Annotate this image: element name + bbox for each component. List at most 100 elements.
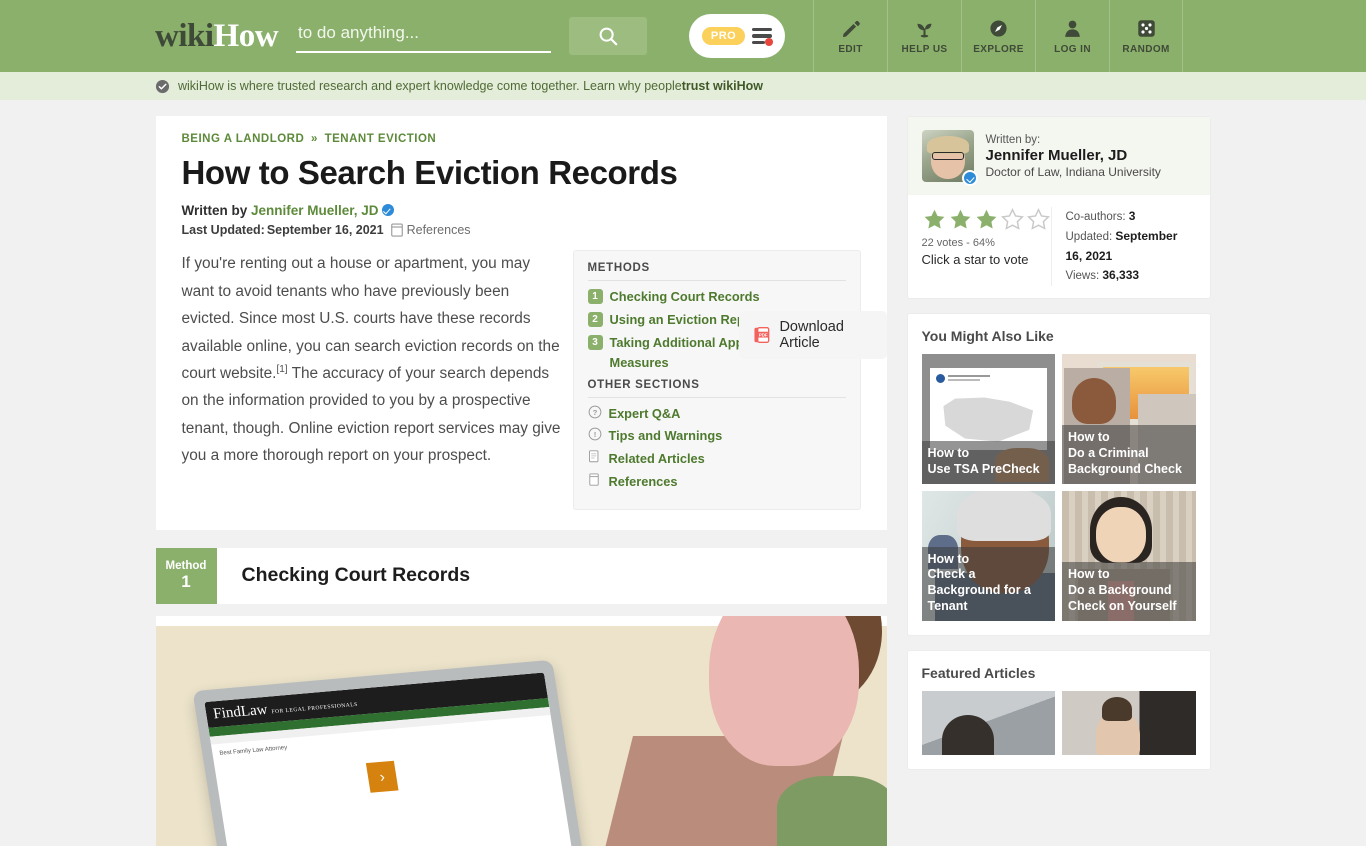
breadcrumb-item-1[interactable]: TENANT EVICTION <box>325 133 437 145</box>
findlaw-headline: Best Family Law Attorney <box>218 744 288 757</box>
star-filled-1-icon[interactable] <box>922 207 947 232</box>
author-avatar <box>921 130 978 186</box>
author-box[interactable]: Written by: Jennifer Mueller, JD Doctor … <box>907 117 1210 195</box>
related-article-1-howto: How to <box>927 446 970 460</box>
page-title: How to Search Eviction Records <box>181 154 678 191</box>
pro-menu-button[interactable]: PRO <box>689 14 786 58</box>
header-nav: EDIT HELP US EXPLORE LOG IN RANDOM <box>813 0 1184 72</box>
references-link[interactable]: References <box>390 223 471 238</box>
download-article-button[interactable]: PDF Download Article <box>738 311 887 359</box>
related-article-3[interactable]: How to Check a Background for a Tenant <box>921 491 1055 622</box>
verified-check-icon <box>155 79 170 93</box>
search-area <box>296 17 648 55</box>
table-of-contents: METHODS 1 Checking Court Records 2 Using… <box>572 250 861 510</box>
views-label: Views: <box>1065 270 1103 283</box>
pdf-icon: PDF <box>753 327 769 343</box>
sprout-icon <box>917 23 932 37</box>
coauthors-row: Co-authors: 3 <box>1066 207 1196 227</box>
page-body: BEING A LANDLORD » TENANT EVICTION How t… <box>0 100 1366 846</box>
related-article-1[interactable]: How to Use TSA PreCheck <box>921 354 1055 485</box>
book-icon <box>588 473 599 486</box>
search-button[interactable] <box>569 17 648 55</box>
tablet-screen: FindLaw FOR LEGAL PROFESSIONALS Best Fam… <box>203 672 578 846</box>
coauthors-value: 3 <box>1128 209 1136 223</box>
toc-expert-qa[interactable]: ? Expert Q&A <box>588 404 846 424</box>
trust-banner: wikiHow is where trusted research and ex… <box>0 72 1366 100</box>
findlaw-brand-text: FindLaw <box>211 701 269 722</box>
references-link-label: References <box>406 223 471 238</box>
click-a-star-to-vote[interactable]: Click a star to vote <box>922 252 1051 267</box>
nav-item-help-us[interactable]: HELP US <box>887 0 961 72</box>
nav-label-log-in: LOG IN <box>1054 43 1091 55</box>
nav-item-log-in[interactable]: LOG IN <box>1035 0 1109 72</box>
toc-method-2-number: 2 <box>587 312 603 328</box>
hamburger-icon <box>752 27 774 47</box>
article-header-card: BEING A LANDLORD » TENANT EVICTION How t… <box>155 116 887 530</box>
related-article-2-howto: How to <box>1068 430 1110 445</box>
last-updated-label: Last Updated: <box>181 223 265 238</box>
star-rating[interactable] <box>922 207 1051 232</box>
svg-text:!: ! <box>593 430 596 439</box>
related-article-4-caption: How to Do a Background Check on Yourself <box>1062 562 1196 622</box>
breadcrumb: BEING A LANDLORD » TENANT EVICTION <box>182 133 861 145</box>
book-icon <box>390 223 403 237</box>
person-icon <box>1065 20 1080 37</box>
related-article-4[interactable]: How to Do a Background Check on Yourself <box>1062 491 1196 622</box>
compass-icon <box>990 19 1007 37</box>
intro-citation-link[interactable]: [1] <box>276 364 287 375</box>
star-empty-5-icon[interactable] <box>1026 207 1051 232</box>
svg-text:?: ? <box>592 408 597 417</box>
main-column: BEING A LANDLORD » TENANT EVICTION How t… <box>155 116 887 846</box>
toc-related-articles[interactable]: Related Articles <box>588 449 846 469</box>
method-word: Method <box>165 560 207 573</box>
nav-label-edit: EDIT <box>838 43 863 55</box>
related-article-2[interactable]: How to Do a Criminal Background Check <box>1062 354 1196 485</box>
question-circle-icon: ? <box>588 405 601 418</box>
coauthors-label: Co-authors: <box>1065 211 1129 223</box>
star-empty-4-icon[interactable] <box>1000 207 1025 232</box>
featured-article-1[interactable] <box>921 691 1055 756</box>
notification-dot <box>765 38 774 47</box>
avatar-verified-badge-icon <box>961 170 978 186</box>
toc-method-1-label: Checking Court Records <box>609 289 760 305</box>
svg-text:PDF: PDF <box>758 332 767 337</box>
wikihow-logo[interactable]: wikiHow <box>155 17 279 55</box>
exclamation-circle-icon: ! <box>588 428 601 441</box>
step-illustration[interactable]: FindLaw FOR LEGAL PROFESSIONALS Best Fam… <box>155 615 887 846</box>
method-number: 1 <box>181 571 191 591</box>
toc-references[interactable]: References <box>588 472 846 492</box>
featured-article-2[interactable] <box>1062 691 1196 756</box>
method-1-title: Checking Court Records <box>241 564 471 587</box>
toc-related-articles-label: Related Articles <box>608 451 705 467</box>
last-updated-row: Last Updated: September 16, 2021 Referen… <box>182 223 861 237</box>
nav-item-random[interactable]: RANDOM <box>1109 0 1184 72</box>
related-article-1-title: Use TSA PreCheck <box>927 461 1040 476</box>
related-article-4-title: Do a Background Check on Yourself <box>1068 583 1177 613</box>
related-articles-grid: How to Use TSA PreCheck How to Do a Crim… <box>908 354 1210 635</box>
toc-methods-heading: METHODS <box>587 262 846 282</box>
last-updated-date: September 16, 2021 <box>266 223 384 238</box>
nav-item-edit[interactable]: EDIT <box>813 0 887 72</box>
byline: Written by Jennifer Mueller, JD <box>182 203 861 218</box>
nav-item-explore[interactable]: EXPLORE <box>961 0 1035 72</box>
logo-how-text: How <box>213 17 279 54</box>
findlaw-brand-subtitle: FOR LEGAL PROFESSIONALS <box>270 701 358 715</box>
article-meta: Co-authors: 3 Updated: September 16, 202… <box>1052 207 1196 286</box>
search-input[interactable] <box>296 19 552 53</box>
trust-wikihow-link[interactable]: trust wikiHow <box>682 79 763 93</box>
star-filled-3-icon[interactable] <box>974 207 999 232</box>
breadcrumb-separator: » <box>310 133 318 145</box>
updated-label: Updated: <box>1065 230 1116 243</box>
featured-articles-grid <box>908 691 1210 769</box>
toc-tips-and-warnings[interactable]: ! Tips and Warnings <box>588 426 846 446</box>
toc-method-1-number: 1 <box>587 289 603 305</box>
breadcrumb-item-0[interactable]: BEING A LANDLORD <box>182 133 305 145</box>
toc-method-1[interactable]: 1 Checking Court Records <box>587 287 846 307</box>
byline-author-link[interactable]: Jennifer Mueller, JD <box>251 203 379 218</box>
toc-references-label: References <box>608 474 678 490</box>
votes-text: 22 votes - 64% <box>921 237 995 249</box>
related-article-2-title: Do a Criminal Background Check <box>1068 446 1182 476</box>
toc-method-3-number: 3 <box>587 334 603 350</box>
you-might-also-like-card: You Might Also Like How to Use TSA PreCh… <box>906 313 1211 637</box>
star-filled-2-icon[interactable] <box>948 207 973 232</box>
